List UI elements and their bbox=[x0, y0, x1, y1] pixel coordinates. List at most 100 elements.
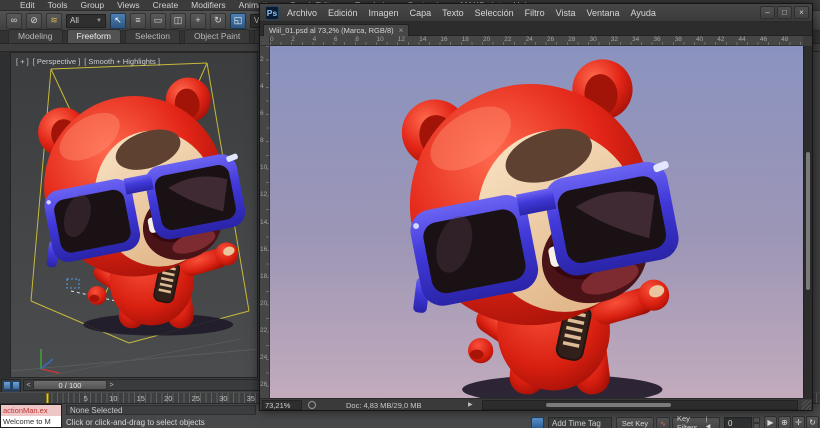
horizontal-scrollbar[interactable] bbox=[482, 400, 798, 410]
rectangular-selection-icon[interactable]: ▭ bbox=[150, 13, 166, 29]
ps-menu-item[interactable]: Texto bbox=[442, 8, 464, 18]
select-and-move-icon[interactable]: + bbox=[190, 13, 206, 29]
ribbon-tab[interactable]: Modeling bbox=[8, 29, 63, 43]
track-bar-numbers: 5101520253035 bbox=[72, 394, 265, 403]
max-menu-item[interactable]: Views bbox=[117, 0, 140, 10]
orbit-viewport-icon[interactable]: ↻ bbox=[806, 416, 819, 428]
frame-forward-button[interactable]: > bbox=[107, 382, 116, 389]
frame-back-button[interactable]: < bbox=[24, 382, 33, 389]
horizontal-ruler[interactable]: 0246810121416182022242628303234363840424… bbox=[270, 36, 803, 46]
key-filters-button[interactable]: Key Filters... bbox=[672, 417, 720, 428]
document-tab[interactable]: Wiil_01.psd al 73,2% (Marca, RGB/8) × bbox=[263, 24, 409, 36]
viewport-label[interactable]: [ + ] [ Perspective ][ Smooth + Highlight… bbox=[16, 57, 160, 66]
track-tick-label: 25 bbox=[182, 394, 210, 403]
chevron-down-icon: ▼ bbox=[96, 18, 102, 24]
ps-document-tabbar: Wiil_01.psd al 73,2% (Marca, RGB/8) × bbox=[260, 22, 812, 36]
zoom-level-field[interactable]: 73,21% bbox=[262, 400, 302, 410]
resize-grip[interactable] bbox=[802, 400, 811, 410]
max-menu-item[interactable]: Edit bbox=[20, 0, 35, 10]
ps-status-bar: 73,21% Doc: 4,83 MB/29,0 MB ▶ bbox=[260, 398, 812, 410]
listener-line-welcome[interactable]: Welcome to M bbox=[1, 416, 61, 427]
ps-menu-item[interactable]: Filtro bbox=[525, 8, 545, 18]
frame-spinner[interactable] bbox=[753, 417, 760, 428]
viewport-label-segment[interactable]: [ + ] bbox=[16, 57, 29, 66]
pan-viewport-icon[interactable]: ✛ bbox=[792, 416, 805, 428]
ps-menu-item[interactable]: Edición bbox=[328, 8, 358, 18]
ps-content-area: 2468101214161820222426 bbox=[260, 46, 812, 398]
ps-menu-item[interactable]: Archivo bbox=[287, 8, 317, 18]
keyboard-override-toggle-icon[interactable] bbox=[531, 417, 544, 428]
ribbon-tab[interactable]: Selection bbox=[125, 29, 180, 43]
track-tick-label: 15 bbox=[127, 394, 155, 403]
photoshop-window: Ps Archivo Edición Imagen Capa Texto Selecció… bbox=[259, 3, 813, 411]
time-slider-handle[interactable]: 0 / 100 bbox=[33, 380, 107, 390]
bind-to-space-warp-icon[interactable]: ≋ bbox=[46, 13, 62, 29]
set-key-button[interactable]: Set Key bbox=[616, 417, 654, 428]
screenshot-root: EditToolsGroupViewsCreateModifiersAnimat… bbox=[0, 0, 820, 428]
maximize-button[interactable]: □ bbox=[777, 6, 792, 19]
maxscript-mini-listener[interactable]: actionMan.ex Welcome to M bbox=[0, 404, 62, 428]
minimize-button[interactable]: – bbox=[760, 6, 775, 19]
photoshop-logo: Ps bbox=[265, 6, 279, 20]
window-crossing-icon[interactable]: ◫ bbox=[170, 13, 186, 29]
max-menu-item[interactable]: Group bbox=[81, 0, 105, 10]
selection-filter-dropdown[interactable]: All ▼ bbox=[66, 14, 106, 28]
zoom-viewport-icon[interactable]: ⊕ bbox=[778, 416, 791, 428]
ruler-origin-corner[interactable] bbox=[260, 36, 270, 46]
ps-menu-item[interactable]: Selección bbox=[475, 8, 514, 18]
character-viewport-render bbox=[10, 75, 258, 337]
character-canvas-render bbox=[363, 56, 713, 398]
horizontal-scrollbar-thumb[interactable] bbox=[545, 402, 672, 408]
ps-menu-item[interactable]: Imagen bbox=[369, 8, 399, 18]
current-frame-field[interactable]: 0 bbox=[724, 417, 752, 428]
ps-menu-item[interactable]: Vista bbox=[556, 8, 576, 18]
track-tick-label: 30 bbox=[210, 394, 238, 403]
add-time-tag-field[interactable]: Add Time Tag bbox=[548, 417, 612, 428]
max-window-edge bbox=[0, 52, 10, 404]
ribbon-tab[interactable]: Object Paint bbox=[184, 29, 250, 43]
viewport-label-segment[interactable]: [ Perspective ] bbox=[33, 57, 81, 66]
vertical-scrollbar[interactable] bbox=[803, 46, 812, 398]
current-frame-marker[interactable] bbox=[46, 393, 49, 404]
max-menu-item[interactable]: Modifiers bbox=[191, 0, 225, 10]
status-info-icon[interactable] bbox=[308, 401, 316, 409]
play-animation-button[interactable]: ▶ bbox=[764, 416, 777, 428]
viewport-label-segment[interactable]: [ Smooth + Highlights ] bbox=[84, 57, 160, 66]
ps-menu-item[interactable]: Capa bbox=[410, 8, 432, 18]
world-axis-tripod bbox=[41, 349, 59, 373]
listener-line-macro[interactable]: actionMan.ex bbox=[1, 405, 61, 416]
select-and-rotate-icon[interactable]: ↻ bbox=[210, 13, 226, 29]
ps-menu-item[interactable]: Ventana bbox=[587, 8, 620, 18]
document-tab-title: Wiil_01.psd al 73,2% (Marca, RGB/8) bbox=[269, 26, 394, 35]
document-canvas[interactable] bbox=[270, 46, 803, 398]
max-perspective-viewport[interactable]: [ + ] [ Perspective ][ Smooth + Highlight… bbox=[10, 52, 258, 378]
vertical-scrollbar-thumb[interactable] bbox=[805, 151, 811, 291]
document-size-info: Doc: 4,83 MB/29,0 MB bbox=[346, 401, 421, 410]
select-and-scale-icon[interactable]: ◱ bbox=[230, 13, 246, 29]
prompt-line: Click or click-and-drag to select object… bbox=[66, 418, 205, 427]
max-menu-item[interactable]: Tools bbox=[48, 0, 68, 10]
vertical-ruler[interactable]: 2468101214161820222426 bbox=[260, 46, 270, 398]
ps-titlebar[interactable]: Ps Archivo Edición Imagen Capa Texto Selecció… bbox=[260, 4, 812, 22]
auto-key-icon[interactable]: ∿ bbox=[656, 417, 670, 428]
track-tick-label: 5 bbox=[72, 394, 100, 403]
select-and-link-icon[interactable]: ∞ bbox=[6, 13, 22, 29]
close-button[interactable]: × bbox=[794, 6, 809, 19]
hruler-ticks bbox=[270, 42, 803, 45]
track-tick-label: 10 bbox=[100, 394, 128, 403]
selection-status-field: None Selected bbox=[66, 405, 256, 415]
select-object-icon[interactable]: ↖ bbox=[110, 13, 126, 29]
vruler-ticks bbox=[266, 46, 269, 398]
ribbon-tab[interactable]: Freeform bbox=[67, 29, 121, 43]
status-flyout-arrow[interactable]: ▶ bbox=[468, 401, 473, 408]
selection-filter-value: All bbox=[70, 16, 79, 25]
unlink-selection-icon[interactable]: ⊘ bbox=[26, 13, 42, 29]
ps-ruler-row: 0246810121416182022242628303234363840424… bbox=[260, 36, 812, 46]
select-by-name-icon[interactable]: ≡ bbox=[130, 13, 146, 29]
max-menu-item[interactable]: Create bbox=[153, 0, 179, 10]
ps-menubar: Archivo Edición Imagen Capa Texto Selección Fi… bbox=[287, 8, 656, 18]
ps-menu-item[interactable]: Ayuda bbox=[631, 8, 656, 18]
window-controls: – □ × bbox=[760, 6, 809, 19]
tab-close-icon[interactable]: × bbox=[399, 26, 404, 35]
track-tick-label: 20 bbox=[155, 394, 183, 403]
